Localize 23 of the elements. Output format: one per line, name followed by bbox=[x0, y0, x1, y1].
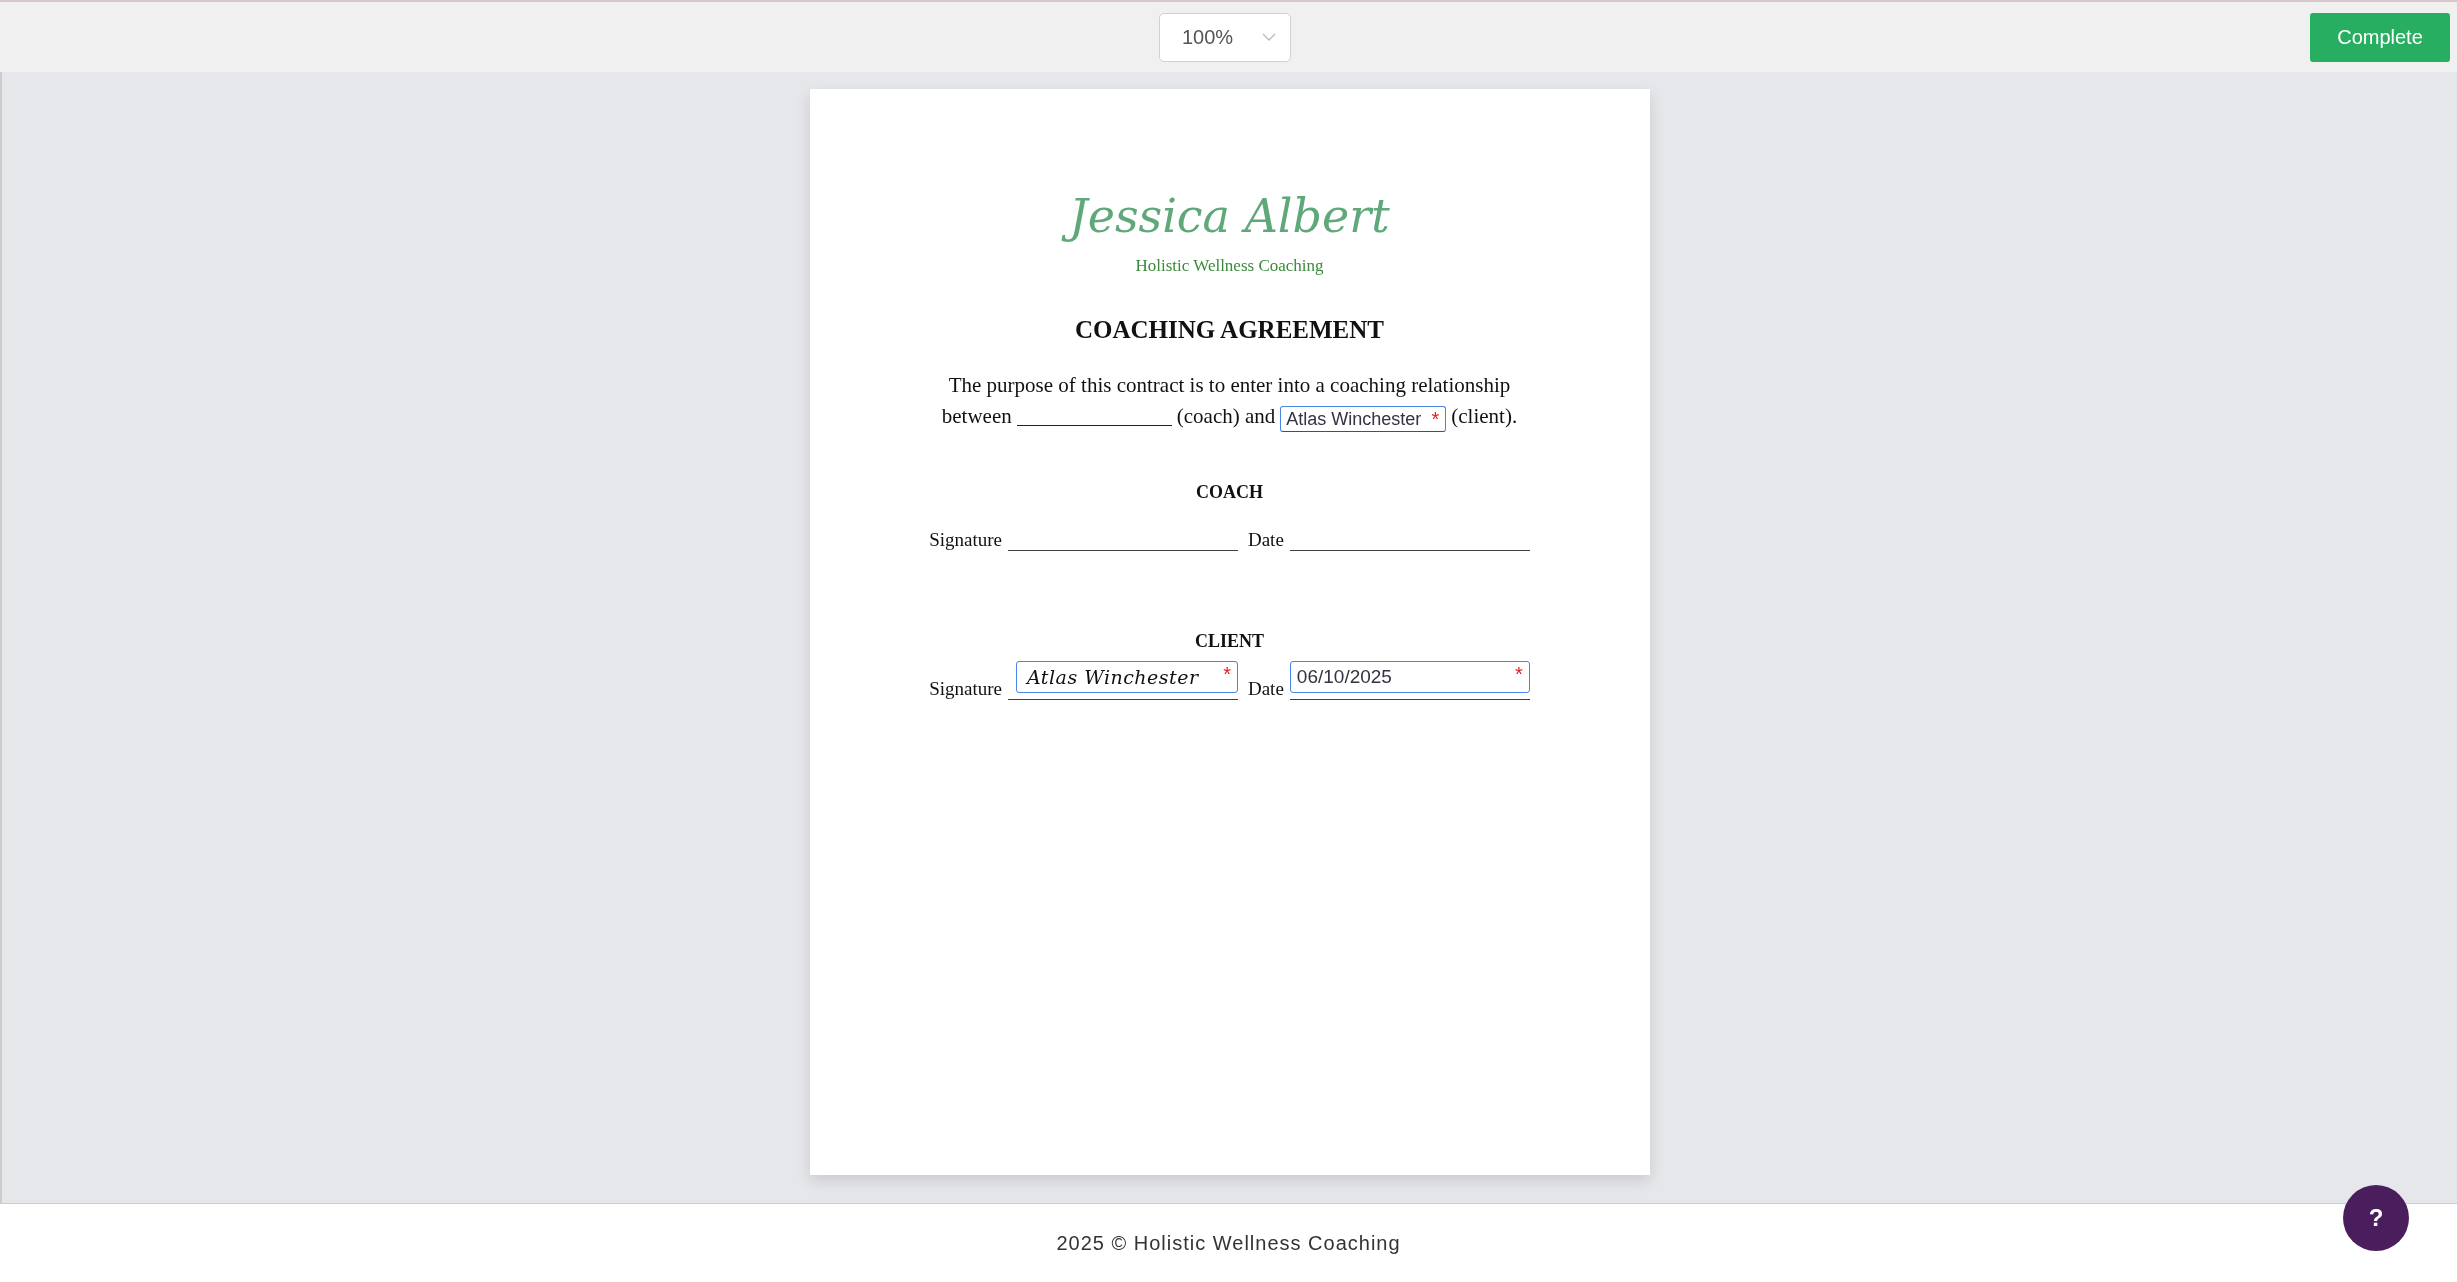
intro-text: between bbox=[941, 403, 1012, 431]
date-field[interactable]: 06/10/2025 * bbox=[1289, 661, 1530, 694]
logo-tagline: Holistic Wellness Coaching bbox=[1135, 256, 1324, 277]
date-label: Date bbox=[1247, 678, 1284, 701]
signature-label: Signature bbox=[929, 678, 1002, 701]
section-heading: CLIENT bbox=[1195, 631, 1264, 653]
intro-text: (client). bbox=[1451, 403, 1518, 431]
required-mark: * bbox=[1515, 664, 1523, 685]
zoom-dropdown[interactable]: 100% bbox=[1159, 12, 1291, 62]
section-heading: COACH bbox=[1196, 482, 1263, 504]
required-mark: * bbox=[1223, 664, 1231, 685]
logo-name: Jessica Albert bbox=[1059, 184, 1400, 249]
signature-label: Signature bbox=[929, 529, 1002, 552]
date-label: Date bbox=[1247, 529, 1284, 552]
name-field[interactable]: Atlas Winchester * bbox=[1280, 406, 1447, 433]
help-button[interactable]: ? bbox=[2343, 1185, 2409, 1251]
intro-text: (coach) and bbox=[1176, 403, 1276, 431]
signature-field[interactable]: Atlas Winchester * bbox=[1015, 661, 1238, 694]
required-mark: * bbox=[1431, 409, 1440, 430]
footer-text: 2025 © Holistic Wellness Coaching bbox=[1056, 1231, 1401, 1255]
chevron-down-icon bbox=[1262, 33, 1276, 41]
document-title: COACHING AGREEMENT bbox=[1074, 316, 1385, 345]
intro-text: The purpose of this contract is to enter into a coaching relationship bbox=[948, 372, 1511, 400]
